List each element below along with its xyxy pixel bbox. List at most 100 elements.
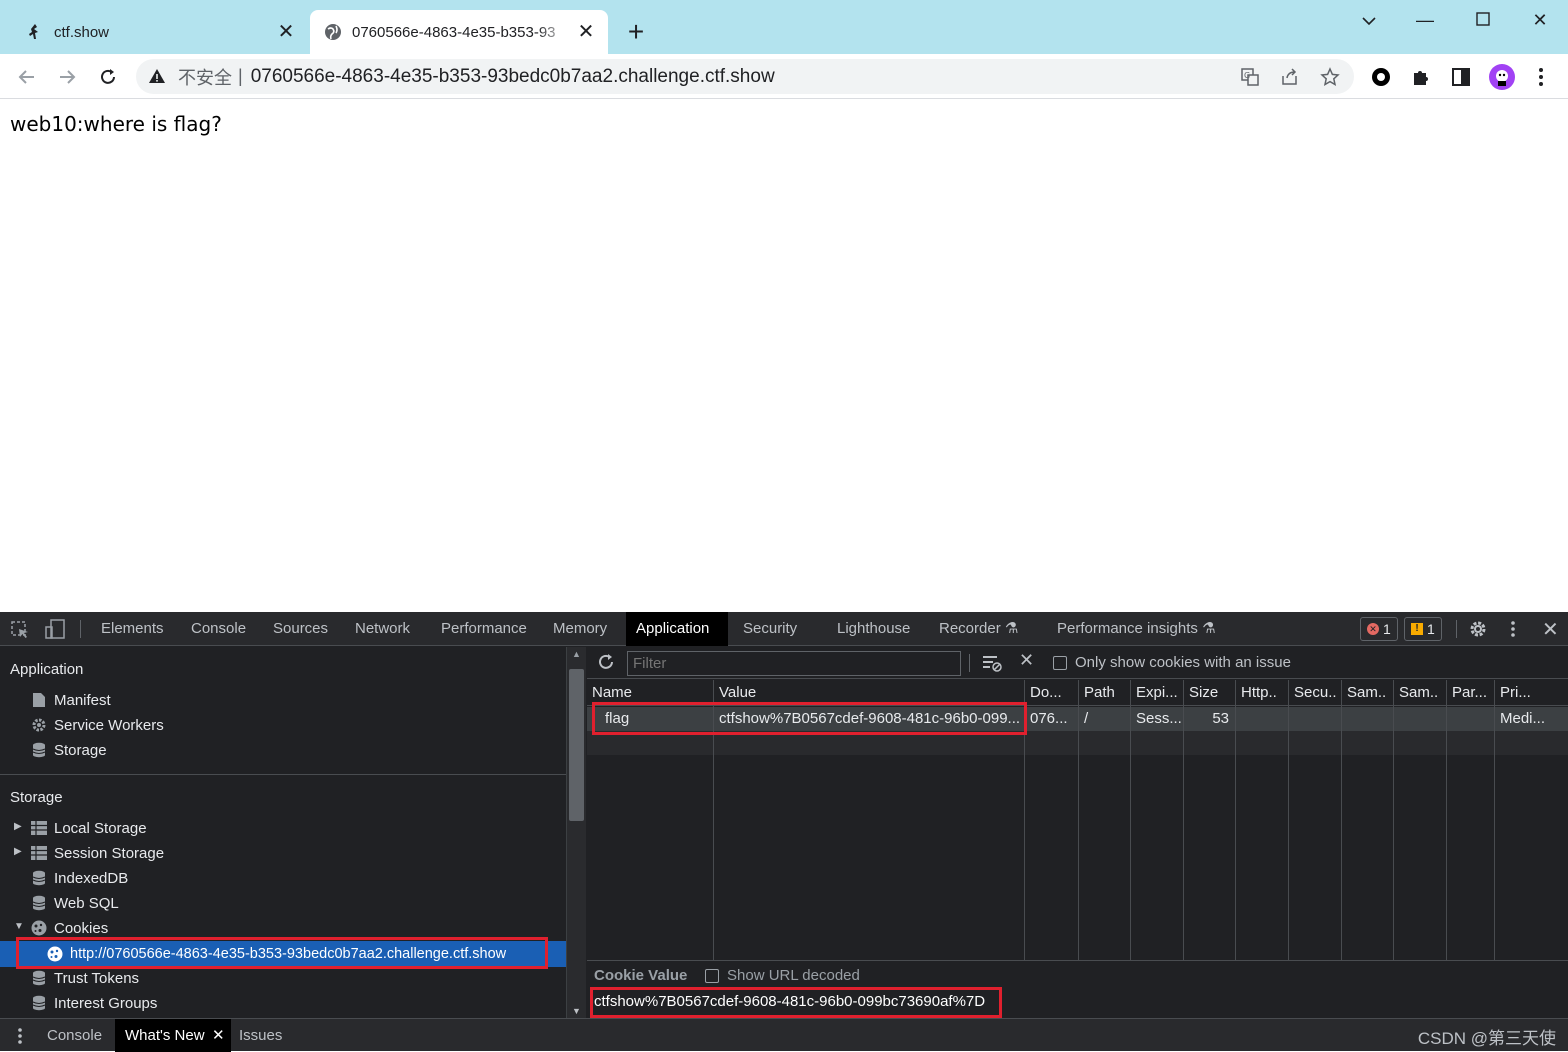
column-header-path[interactable]: Path	[1079, 680, 1130, 706]
forward-arrow-icon[interactable]	[52, 62, 82, 92]
drawer-tab-console[interactable]: Console	[37, 1019, 112, 1052]
checkbox[interactable]	[705, 968, 719, 983]
error-count-badge[interactable]: ✕ 1	[1360, 617, 1398, 641]
column-header-priority[interactable]: Pri...	[1495, 680, 1568, 706]
sidebar-item-interest-groups[interactable]: Interest Groups	[30, 992, 157, 1014]
browser-tab-challenge[interactable]: 0760566e-4863-4e35-b353-93 ✕	[310, 10, 608, 54]
new-tab-button[interactable]: +	[622, 18, 650, 46]
drawer-tab-bar: Console What's New ✕ Issues CSDN @第三天使	[0, 1018, 1568, 1052]
sidebar-item-cookies[interactable]: Cookies	[30, 917, 108, 939]
checkbox[interactable]	[1053, 655, 1067, 670]
sidebar-item-manifest[interactable]: Manifest	[30, 689, 111, 711]
column-header-httponly[interactable]: Http..	[1236, 680, 1288, 706]
tab-elements[interactable]: Elements	[91, 612, 174, 646]
sidebar-item-storage-overview[interactable]: Storage	[30, 739, 107, 761]
column-header-samesite[interactable]: Sam..	[1342, 680, 1393, 706]
column-header-partition[interactable]: Par...	[1447, 680, 1494, 706]
sidebar-item-label: Service Workers	[54, 716, 164, 734]
only-issue-label: Only show cookies with an issue	[1075, 654, 1291, 671]
close-tab-icon[interactable]: ✕	[212, 1019, 225, 1052]
url-text[interactable]: 0760566e-4863-4e35-b353-93bedc0b7aa2.cha…	[251, 66, 775, 88]
extensions-puzzle-icon[interactable]	[1408, 64, 1434, 90]
profile-avatar[interactable]	[1489, 64, 1515, 90]
sidebar-item-trust-tokens[interactable]: Trust Tokens	[30, 967, 139, 989]
more-vertical-icon[interactable]	[1528, 64, 1554, 90]
only-issue-checkbox[interactable]: Only show cookies with an issue	[1053, 654, 1291, 671]
scrollbar-thumb[interactable]	[569, 669, 584, 821]
sidebar-scrollbar[interactable]: ▲ ▼	[566, 647, 586, 1018]
close-tab-icon[interactable]: ✕	[576, 22, 596, 42]
column-header-expires[interactable]: Expi...	[1131, 680, 1183, 706]
clear-all-icon[interactable]: ✕	[1019, 650, 1034, 671]
devtools-tab-bar: Elements Console Sources Network Perform…	[0, 612, 1568, 646]
page-content: web10:where is flag?	[0, 100, 1568, 612]
cell-domain[interactable]: 076...	[1025, 707, 1078, 731]
tab-application[interactable]: Application	[626, 612, 728, 646]
drawer-tab-whats-new[interactable]: What's New ✕	[115, 1019, 231, 1052]
minimize-window-button[interactable]: —	[1410, 8, 1440, 32]
tab-performance-insights[interactable]: Performance insights ⚗	[1047, 612, 1226, 646]
close-window-button[interactable]: ✕	[1525, 8, 1555, 32]
column-header-secure[interactable]: Secu..	[1289, 680, 1341, 706]
sidebar-item-web-sql[interactable]: Web SQL	[30, 892, 119, 914]
reload-icon[interactable]	[93, 62, 123, 92]
filter-input[interactable]	[627, 651, 961, 676]
refresh-icon[interactable]	[597, 653, 615, 675]
cell-expires[interactable]: Sess...	[1131, 707, 1183, 731]
column-header-domain[interactable]: Do...	[1025, 680, 1078, 706]
cell-priority[interactable]: Medi...	[1495, 707, 1568, 731]
settings-gear-icon[interactable]	[1468, 619, 1488, 643]
more-vertical-icon[interactable]	[1510, 620, 1516, 642]
warning-triangle-icon[interactable]	[148, 67, 166, 90]
address-bar[interactable]: 不安全 | 0760566e-4863-4e35-b353-93bedc0b7a…	[136, 59, 1354, 94]
browser-tab-ctfshow[interactable]: ctf.show ✕	[18, 10, 308, 54]
drawer-tab-issues[interactable]: Issues	[229, 1019, 292, 1052]
extension-circle-icon[interactable]	[1368, 64, 1394, 90]
sidebar-item-local-storage[interactable]: Local Storage	[30, 817, 147, 839]
tab-sources[interactable]: Sources	[263, 612, 338, 646]
expand-arrow-icon[interactable]: ▶	[14, 821, 22, 832]
drawer-menu-icon[interactable]	[17, 1027, 23, 1049]
tab-security[interactable]: Security	[733, 612, 807, 646]
tab-lighthouse[interactable]: Lighthouse	[827, 612, 920, 646]
clear-filtered-icon[interactable]	[981, 653, 1003, 677]
translate-icon[interactable]: G	[1238, 65, 1262, 89]
globe-icon	[324, 23, 342, 41]
tab-performance[interactable]: Performance	[431, 612, 537, 646]
maximize-window-button[interactable]	[1468, 8, 1498, 32]
sidebar-item-indexeddb[interactable]: IndexedDB	[30, 867, 128, 889]
tab-search-chevron-icon[interactable]	[1354, 8, 1384, 32]
warning-count-badge[interactable]: ! 1	[1404, 617, 1442, 641]
sidebar-item-service-workers[interactable]: Service Workers	[30, 714, 164, 736]
tab-recorder[interactable]: Recorder ⚗	[929, 612, 1028, 646]
gear-icon	[30, 716, 48, 734]
file-icon	[30, 691, 48, 709]
tab-strip: ctf.show ✕ 0760566e-4863-4e35-b353-93 ✕ …	[0, 0, 1568, 54]
tab-console[interactable]: Console	[181, 612, 256, 646]
table-grid-icon	[30, 844, 48, 862]
show-url-decoded-checkbox[interactable]: Show URL decoded	[705, 967, 860, 984]
scroll-down-icon[interactable]: ▼	[572, 1006, 581, 1016]
sidebar-item-session-storage[interactable]: Session Storage	[30, 842, 164, 864]
side-panel-icon[interactable]	[1448, 64, 1474, 90]
tab-performance-insights-label: Performance insights	[1057, 620, 1198, 637]
column-header-size[interactable]: Size	[1184, 680, 1235, 706]
bookmark-star-icon[interactable]	[1318, 65, 1342, 89]
scroll-up-icon[interactable]: ▲	[572, 649, 581, 659]
inspect-element-icon[interactable]	[10, 620, 30, 644]
column-header-sameparty[interactable]: Sam..	[1394, 680, 1446, 706]
close-tab-icon[interactable]: ✕	[276, 22, 296, 42]
device-toolbar-icon[interactable]	[44, 619, 66, 643]
collapse-arrow-icon[interactable]: ▼	[14, 921, 24, 932]
cell-size[interactable]: 53	[1184, 707, 1229, 731]
expand-arrow-icon[interactable]: ▶	[14, 846, 22, 857]
close-devtools-icon[interactable]: ✕	[1542, 617, 1559, 642]
share-icon[interactable]	[1278, 65, 1302, 89]
column-divider	[1341, 680, 1342, 960]
cell-path[interactable]: /	[1079, 707, 1130, 731]
devtools-panel: Elements Console Sources Network Perform…	[0, 612, 1568, 1052]
back-arrow-icon[interactable]	[12, 62, 42, 92]
tab-network[interactable]: Network	[345, 612, 420, 646]
tab-memory[interactable]: Memory	[543, 612, 617, 646]
svg-text:G: G	[1244, 71, 1250, 80]
